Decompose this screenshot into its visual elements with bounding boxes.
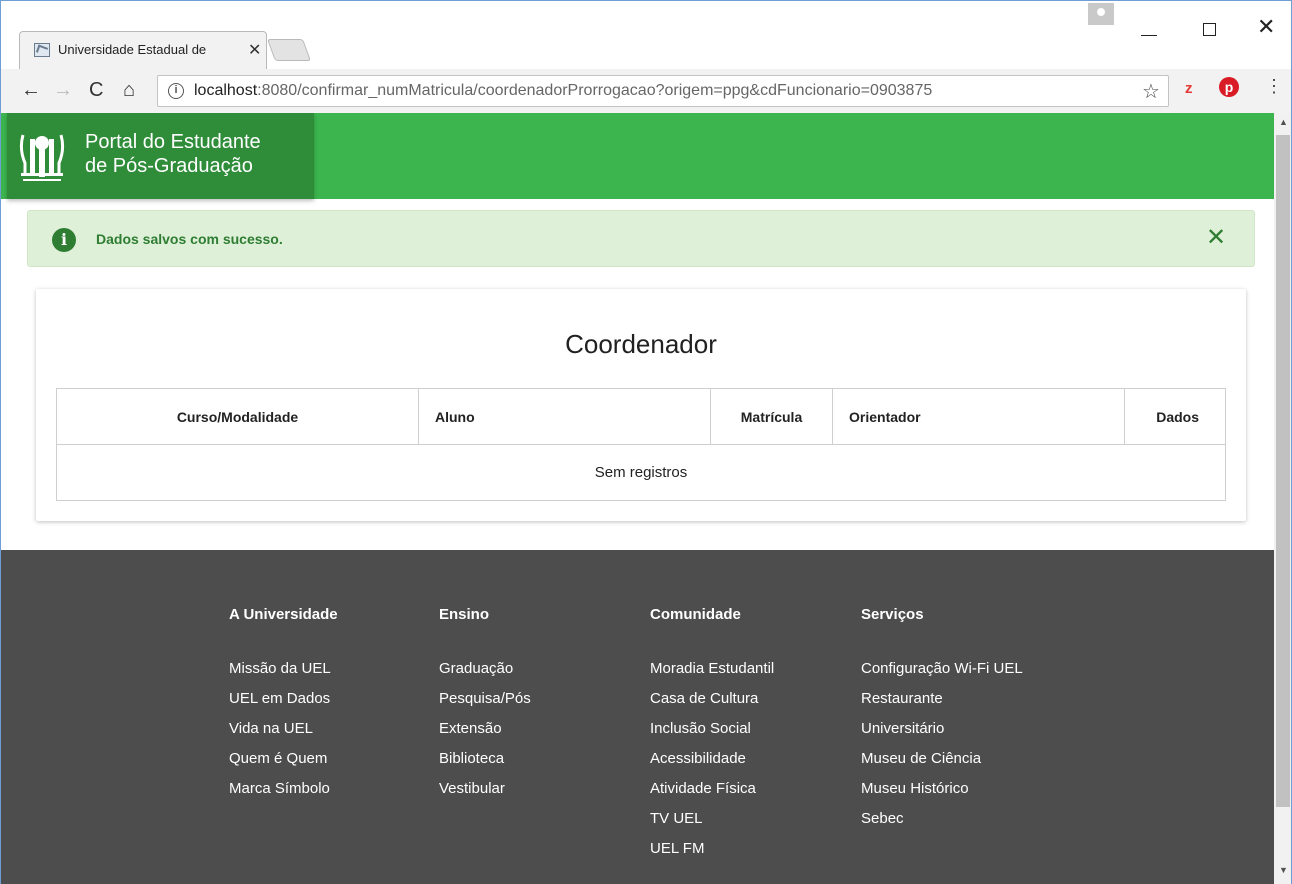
site-footer: A Universidade Missão da UEL UEL em Dado… <box>1 550 1274 884</box>
footer-link[interactable]: Pesquisa/Pós <box>439 684 531 714</box>
footer-link[interactable]: Casa de Cultura <box>650 684 774 714</box>
footer-link[interactable]: Universitário <box>861 714 1023 744</box>
footer-link[interactable]: Restaurante <box>861 684 1023 714</box>
footer-column-ensino: Ensino Graduação Pesquisa/Pós Extensão B… <box>439 606 531 804</box>
footer-link[interactable]: Configuração Wi-Fi UEL <box>861 654 1023 684</box>
column-header-dados[interactable]: Dados <box>1124 388 1226 445</box>
footer-link[interactable]: Sebec <box>861 804 1023 834</box>
footer-link[interactable]: UEL em Dados <box>229 684 338 714</box>
forward-icon[interactable]: → <box>53 79 73 101</box>
tab-title: Universidade Estadual de <box>58 42 207 57</box>
footer-link[interactable]: Museu Histórico <box>861 774 1023 804</box>
brand-title-line2: de Pós-Graduação <box>85 155 253 177</box>
brand-title-line1: Portal do Estudante <box>85 131 261 153</box>
footer-heading: Serviços <box>861 606 924 623</box>
column-header-matricula[interactable]: Matrícula <box>710 388 833 445</box>
results-table: Curso/Modalidade Aluno Matrícula Orienta… <box>56 388 1226 501</box>
page-content: Portal do Estudante de Pós-Graduação i D… <box>0 113 1274 884</box>
footer-link[interactable]: Museu de Ciência <box>861 744 1023 774</box>
url-host: localhost <box>194 82 258 99</box>
site-header: Portal do Estudante de Pós-Graduação <box>1 113 1274 199</box>
maximize-button[interactable] <box>1203 23 1216 36</box>
favicon-icon <box>34 43 50 57</box>
uel-logo-icon <box>19 134 65 181</box>
footer-link[interactable]: Atividade Física <box>650 774 774 804</box>
footer-link[interactable]: Quem é Quem <box>229 744 338 774</box>
alert-close-icon[interactable]: ✕ <box>1206 224 1226 252</box>
footer-link[interactable]: Inclusão Social <box>650 714 774 744</box>
reload-icon[interactable]: C <box>89 79 103 101</box>
tab-close-icon[interactable]: ✕ <box>248 40 261 60</box>
browser-tab[interactable]: Universidade Estadual de ✕ <box>19 31 267 69</box>
table-header-row: Curso/Modalidade Aluno Matrícula Orienta… <box>56 388 1226 445</box>
home-icon[interactable]: ⌂ <box>123 79 135 101</box>
star-icon[interactable]: ☆ <box>1142 79 1160 104</box>
alert-message: Dados salvos com sucesso. <box>96 231 283 247</box>
scroll-down-arrow-icon[interactable]: ▼ <box>1279 865 1288 875</box>
tab-strip: Universidade Estadual de ✕ ✕ <box>1 1 1291 69</box>
column-header-aluno[interactable]: Aluno <box>418 388 711 445</box>
new-tab-button[interactable] <box>266 39 312 61</box>
footer-link[interactable]: Extensão <box>439 714 531 744</box>
vertical-scrollbar[interactable]: ▲ ▼ <box>1274 113 1292 884</box>
browser-toolbar: ← → C ⌂ i localhost:8080/confirmar_numMa… <box>1 69 1291 114</box>
footer-link[interactable]: TV UEL <box>650 804 774 834</box>
footer-link[interactable]: Vida na UEL <box>229 714 338 744</box>
alert-info-icon: i <box>52 228 76 252</box>
footer-link[interactable]: Graduação <box>439 654 531 684</box>
menu-icon[interactable]: ⋮ <box>1265 77 1283 95</box>
footer-link[interactable]: Biblioteca <box>439 744 531 774</box>
footer-link[interactable]: Marca Símbolo <box>229 774 338 804</box>
footer-column-universidade: A Universidade Missão da UEL UEL em Dado… <box>229 606 338 804</box>
column-header-orientador[interactable]: Orientador <box>832 388 1125 445</box>
window-close-button[interactable]: ✕ <box>1257 16 1275 38</box>
brand-block[interactable]: Portal do Estudante de Pós-Graduação <box>7 113 314 199</box>
back-icon[interactable]: ← <box>21 79 41 101</box>
footer-link[interactable]: Acessibilidade <box>650 744 774 774</box>
scroll-up-arrow-icon[interactable]: ▲ <box>1279 117 1288 127</box>
address-bar[interactable]: i localhost:8080/confirmar_numMatricula/… <box>157 75 1169 107</box>
footer-link[interactable]: Missão da UEL <box>229 654 338 684</box>
profile-icon[interactable] <box>1088 3 1114 25</box>
browser-chrome: Universidade Estadual de ✕ ✕ ← → C ⌂ i l… <box>0 0 1292 114</box>
empty-message: Sem registros <box>56 444 1226 501</box>
url-path: :8080/confirmar_numMatricula/coordenador… <box>257 82 933 99</box>
scroll-thumb[interactable] <box>1276 135 1290 807</box>
url-text[interactable]: localhost:8080/confirmar_numMatricula/co… <box>194 82 932 100</box>
footer-link[interactable]: UEL FM <box>650 834 774 864</box>
info-icon[interactable]: i <box>168 83 184 99</box>
footer-column-comunidade: Comunidade Moradia Estudantil Casa de Cu… <box>650 606 774 864</box>
footer-link[interactable]: Moradia Estudantil <box>650 654 774 684</box>
pinterest-extension-icon[interactable]: p <box>1219 77 1239 97</box>
minimize-button[interactable] <box>1141 35 1157 36</box>
tab-title-fade <box>216 40 238 60</box>
footer-column-servicos: Serviços Configuração Wi-Fi UEL Restaura… <box>861 606 1023 834</box>
card-title: Coordenador <box>565 329 717 359</box>
table-row: Sem registros <box>56 444 1226 501</box>
column-header-curso[interactable]: Curso/Modalidade <box>56 388 419 445</box>
footer-heading: A Universidade <box>229 606 338 623</box>
footer-heading: Ensino <box>439 606 490 623</box>
coordenador-card: Coordenador Curso/Modalidade Aluno Matrí… <box>36 289 1246 521</box>
footer-link[interactable]: Vestibular <box>439 774 531 804</box>
zotero-extension-icon[interactable]: z <box>1185 80 1193 97</box>
footer-heading: Comunidade <box>650 606 741 623</box>
success-alert: i Dados salvos com sucesso. ✕ <box>27 210 1255 267</box>
